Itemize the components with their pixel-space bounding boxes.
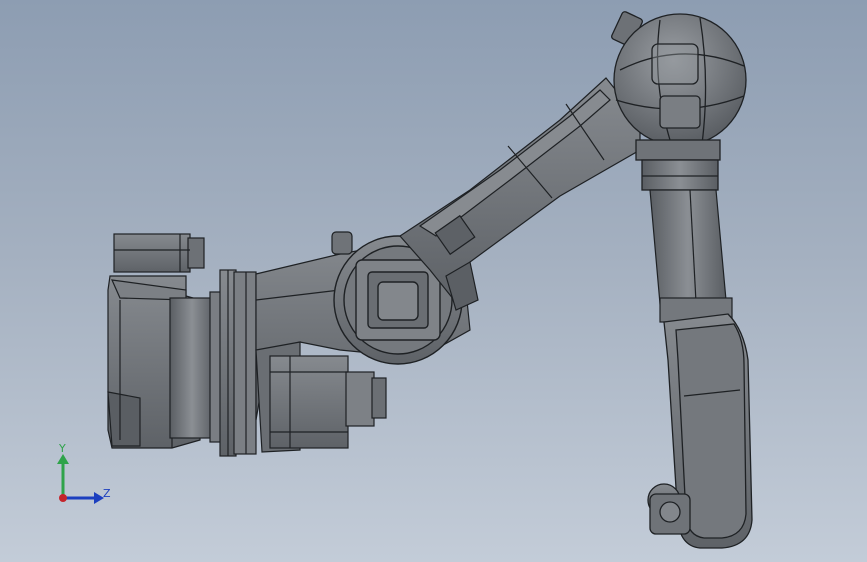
end-effector-plate[interactable]: [647, 313, 753, 549]
y-axis-label: Y: [58, 442, 66, 455]
upper-arm-link[interactable]: [399, 77, 641, 311]
robot-arm-model[interactable]: [0, 0, 867, 562]
coordinate-triad: Y Z: [48, 440, 118, 510]
forearm-link[interactable]: [649, 189, 733, 323]
x-axis-origin: [59, 494, 67, 502]
z-axis-label: Z: [103, 487, 111, 500]
y-axis-arrowhead: [57, 454, 69, 464]
wrist-sphere[interactable]: [611, 11, 747, 191]
cad-viewport[interactable]: Y Z: [0, 0, 867, 562]
base-assembly[interactable]: [107, 233, 257, 457]
